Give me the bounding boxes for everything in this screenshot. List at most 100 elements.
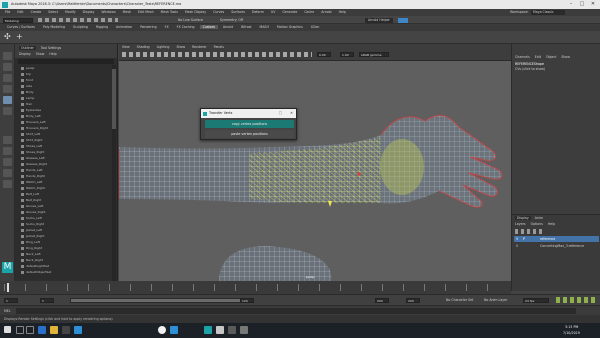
outliner-menu-help[interactable]: Help [49,52,56,56]
shelf-tab-fx-caching[interactable]: FX Caching [174,25,198,29]
character-set-label[interactable]: No Character Set [446,297,473,303]
store-icon[interactable] [62,326,70,334]
shelf-tab-rendering[interactable]: Rendering [137,25,159,29]
menu-curves[interactable]: Curves [213,10,224,14]
menu-mesh-display[interactable]: Mesh Display [185,10,206,14]
layer-menu-help[interactable]: Help [548,222,555,226]
shelf-tab-custom[interactable]: Custom [199,25,218,29]
maximize-button[interactable]: □ [577,0,587,9]
menu-windows[interactable]: Windows [101,10,115,14]
paint-select-icon[interactable] [3,74,12,82]
app-icon[interactable] [170,326,178,334]
select-tool-icon[interactable] [3,52,12,60]
rotate-tool-icon[interactable] [3,96,12,104]
mail-icon[interactable] [74,326,82,334]
gamma-field[interactable]: 1.00 [340,52,354,57]
layout-single-icon[interactable] [3,136,12,144]
clock-date[interactable]: 7/10/2019 [563,331,580,335]
clock-time[interactable]: 3:13 PM [565,325,578,329]
vp-menu-view[interactable]: View [122,45,130,49]
playback-controls-icons[interactable] [556,297,596,303]
folder-icon[interactable] [50,326,58,334]
status-icons[interactable] [38,18,118,22]
fps-select[interactable]: 24 fps [523,298,549,303]
toggle-icon[interactable] [398,17,408,23]
shelf-tab-curves[interactable]: Curves / Surfaces [4,25,38,29]
channel-menu-edit[interactable]: Edit [535,55,541,59]
start-icon[interactable] [4,326,11,333]
cmd-input[interactable] [16,308,576,314]
scale-tool-icon[interactable] [3,107,12,115]
menu-uv[interactable]: UV [271,10,276,14]
anim-layer-label[interactable]: No Anim Layer [484,297,507,303]
layer-toolbar-icons[interactable] [515,229,545,234]
tab-tool-settings[interactable]: Tool Settings [41,46,61,50]
anim-end2-field[interactable]: 200 [406,298,420,303]
symmetry-label[interactable]: Symmetry: Off [220,16,243,24]
range-start-field[interactable]: 1 [40,298,54,303]
layer-playback-toggle[interactable]: P [523,236,525,242]
color-space-select[interactable]: sRGB gamma [359,52,389,57]
workspace-select[interactable]: Maya Classic [531,10,565,15]
menu-help[interactable]: Help [339,10,346,14]
arnold-helper-button[interactable]: Arnold Helper [365,17,393,23]
shelf-tab-mash[interactable]: MASH [257,25,272,29]
channel-menu-object[interactable]: Object [546,55,556,59]
start-frame-field[interactable]: 1 [4,298,18,303]
layout-two-icon[interactable] [3,158,12,166]
menu-edit-mesh[interactable]: Edit Mesh [138,10,154,14]
current-frame-marker[interactable] [7,283,9,292]
menu-select[interactable]: Select [48,10,58,14]
vp-menu-show[interactable]: Show [176,45,185,49]
layer-visibility-toggle[interactable]: V [516,243,518,249]
close-button[interactable]: ✕ [588,0,598,9]
layer-menu-layers[interactable]: Layers [515,222,526,226]
maya-taskbar-icon[interactable] [204,326,212,334]
dialog-maximize-icon[interactable]: □ [279,109,282,118]
paste-vertex-positions-button[interactable]: paste vertex positions [205,130,294,138]
menu-cache[interactable]: Cache [304,10,314,14]
menu-display[interactable]: Display [83,10,95,14]
menu-surfaces[interactable]: Surfaces [231,10,245,14]
shelf-tab-sculpting[interactable]: Sculpting [70,25,91,29]
edge-icon[interactable] [38,326,46,334]
layer-row[interactable]: V ConvertingMax_3:reference [514,243,599,249]
layout-outliner-icon[interactable] [3,169,12,177]
task-view-icon[interactable] [26,326,34,334]
app-icon[interactable] [216,326,224,334]
menu-file[interactable]: File [5,10,10,14]
shelf-tab-fx[interactable]: FX [162,25,172,29]
menu-create[interactable]: Create [31,10,42,14]
shelf-tab-xgen[interactable]: XGen [308,25,323,29]
add-shelf-icon[interactable]: + [16,33,23,41]
outliner-menu-display[interactable]: Display [19,52,31,56]
vp-menu-shading[interactable]: Shading [137,45,150,49]
menu-modify[interactable]: Modify [65,10,76,14]
outliner-search-input[interactable] [18,59,114,64]
tab-outliner[interactable]: Outliner [19,46,36,50]
move-tool-icon[interactable] [3,85,12,93]
layout-graph-icon[interactable] [3,180,12,188]
shelf-tab-bifrost[interactable]: Bifrost [238,25,254,29]
menu-arnold[interactable]: Arnold [321,10,331,14]
outliner-scrollbar[interactable] [112,65,116,291]
range-end-field[interactable]: 120 [240,298,254,303]
menu-generate[interactable]: Generate [282,10,297,14]
list-item[interactable]: defaultObjectSet [15,269,112,275]
range-slider-bar[interactable] [70,298,252,303]
layer-menu-options[interactable]: Options [531,222,543,226]
anim-end-field[interactable]: 200 [375,298,389,303]
layer-tab-anim[interactable]: Anim [535,216,543,220]
dialog-close-button[interactable]: ✕ [290,109,293,118]
lasso-tool-icon[interactable] [3,63,12,71]
layer-visibility-toggle[interactable]: V [516,236,518,242]
channel-menu-channels[interactable]: Channels [515,55,530,59]
copy-vertex-positions-button[interactable]: copy vertex positions [205,120,294,128]
menu-mesh[interactable]: Mesh [123,10,131,14]
settings-icon[interactable]: ✣ [4,33,11,41]
menu-deform[interactable]: Deform [252,10,264,14]
shelf-tab-motion-graphics[interactable]: Motion Graphics [274,25,306,29]
shelf-tab-rigging[interactable]: Rigging [93,25,111,29]
minimize-button[interactable]: – [566,0,576,9]
app-icon[interactable] [228,326,236,334]
